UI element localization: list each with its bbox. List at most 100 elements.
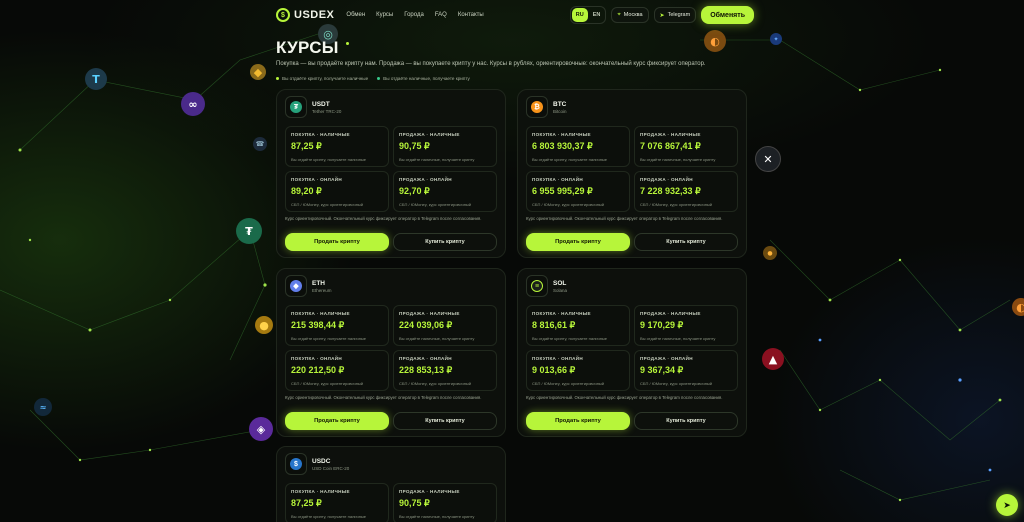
- waves-coin-icon: ≈: [34, 398, 52, 416]
- rate-cell-sell-online: ПРОДАЖА · ОНЛАЙН 7 228 932,33 ₽ СБП / ЮMon…: [634, 171, 738, 212]
- card-symbol: USDT: [312, 100, 330, 108]
- cell-note: СБП / ЮMoney, курс ориентировочный: [640, 381, 713, 386]
- cell-value: 6 803 930,37 ₽: [532, 141, 593, 151]
- cell-value: 92,70 ₽: [399, 186, 430, 196]
- sell-crypto-button[interactable]: Продать крипту: [526, 412, 630, 430]
- telegram-label: Telegram: [667, 12, 691, 18]
- cell-label: ПОКУПКА · НАЛИЧНЫЕ: [532, 311, 591, 316]
- rate-cell-sell-online: ПРОДАЖА · ОНЛАЙН 9 367,34 ₽ СБП / ЮMoney, …: [634, 350, 738, 391]
- title-accent-dot: [346, 42, 349, 45]
- cell-note: Вы отдаёте наличные, получаете крипту: [640, 157, 716, 162]
- blue-coin-icon: ✦: [770, 33, 782, 45]
- location-pin-icon: ⌖: [617, 11, 621, 18]
- telegram-icon: ➤: [659, 12, 665, 19]
- city-selector[interactable]: ⌖ Москва: [611, 7, 649, 23]
- buy-crypto-button[interactable]: Купить крипту: [634, 412, 738, 430]
- cell-label: ПРОДАЖА · ОНЛАЙН: [640, 177, 693, 182]
- lang-ru[interactable]: RU: [571, 8, 588, 22]
- page-subtitle: Покупка — вы продаёте крипту нам. Продаж…: [276, 61, 706, 67]
- background-network: T ∞ ◆ ◎ ₮ ☎ ● ≈ ◈ ◐ ✦ ✕ ● ▲ ◐: [0, 0, 1024, 522]
- rate-card-eth: ◆ ETH Ethereum ПОКУПКА · НАЛИЧНЫЕ 215 398,…: [276, 268, 506, 437]
- card-network: Tether TRC-20: [312, 108, 342, 114]
- lang-en[interactable]: EN: [589, 8, 605, 22]
- card-symbol: BTC: [553, 100, 567, 108]
- rate-cell-sell-online: ПРОДАЖА · ОНЛАЙН 228 853,13 ₽ СБП / ЮMoney…: [393, 350, 497, 391]
- exchange-cta-button[interactable]: Обменять: [701, 6, 754, 24]
- rate-cell-sell-cash: ПРОДАЖА · НАЛИЧНЫЕ 90,75 ₽ Вы отдаёте нали…: [393, 126, 497, 167]
- nav-faq[interactable]: FAQ: [435, 12, 447, 18]
- nav-rates[interactable]: Курсы: [376, 12, 393, 18]
- sell-crypto-button[interactable]: Продать крипту: [285, 412, 389, 430]
- cell-value: 87,25 ₽: [291, 498, 322, 508]
- cell-label: ПОКУПКА · ОНЛАЙН: [532, 356, 584, 361]
- cell-note: Вы отдаёте крипту, получаете наличные: [532, 157, 608, 162]
- cell-label: ПОКУПКА · НАЛИЧНЫЕ: [291, 489, 350, 494]
- cell-value: 7 076 867,41 ₽: [640, 141, 701, 151]
- cell-label: ПРОДАЖА · НАЛИЧНЫЕ: [640, 132, 701, 137]
- sell-crypto-button[interactable]: Продать крипту: [285, 233, 389, 251]
- city-label: Москва: [623, 12, 643, 18]
- rate-cell-buy-cash: ПОКУПКА · НАЛИЧНЫЕ 87,25 ₽ Вы отдаёте крип…: [285, 483, 389, 522]
- legend-sell-dot: [276, 77, 279, 80]
- solana-icon: ≡: [526, 275, 548, 297]
- cell-value: 90,75 ₽: [399, 498, 430, 508]
- cell-label: ПРОДАЖА · ОНЛАЙН: [399, 356, 452, 361]
- card-disclaimer: Курс ориентировочный. Окончательный курс…: [526, 216, 723, 221]
- cell-value: 8 816,61 ₽: [532, 320, 576, 330]
- rate-card-usdc: $ USDC USD Coin ERC-20 ПОКУПКА · НАЛИЧНЫЕ…: [276, 446, 506, 522]
- cell-value: 7 228 932,33 ₽: [640, 186, 701, 196]
- legend-buy-text: Вы отдаёте наличные, получаете крипту: [383, 76, 470, 81]
- tether-coin-icon: ₮: [236, 218, 262, 244]
- network-lines: [0, 29, 1011, 502]
- rate-cell-buy-cash: ПОКУПКА · НАЛИЧНЫЕ 215 398,44 ₽ Вы отдаёте…: [285, 305, 389, 346]
- cell-note: СБП / ЮMoney, курс ориентировочный: [291, 381, 364, 386]
- cell-label: ПОКУПКА · ОНЛАЙН: [291, 356, 343, 361]
- cell-value: 224 039,06 ₽: [399, 320, 453, 330]
- cell-label: ПОКУПКА · НАЛИЧНЫЕ: [532, 132, 591, 137]
- page-title: КУРСЫ: [276, 38, 339, 57]
- buy-crypto-button[interactable]: Купить крипту: [393, 412, 497, 430]
- rate-cell-sell-cash: ПРОДАЖА · НАЛИЧНЫЕ 9 170,29 ₽ Вы отдаёте н…: [634, 305, 738, 346]
- cell-note: СБП / ЮMoney, курс ориентировочный: [532, 381, 605, 386]
- logo[interactable]: $ USDEX: [276, 8, 334, 22]
- cell-value: 9 170,29 ₽: [640, 320, 684, 330]
- polygon-coin-icon: ∞: [181, 92, 205, 116]
- nav-exchange[interactable]: Обмен: [346, 12, 365, 18]
- nav-contacts[interactable]: Контакты: [458, 12, 484, 18]
- nav-cities[interactable]: Города: [404, 12, 424, 18]
- gold-coin-icon: ●: [255, 316, 273, 334]
- rate-cell-buy-online: ПОКУПКА · ОНЛАЙН 9 013,66 ₽ СБП / ЮMoney, …: [526, 350, 630, 391]
- cell-note: Вы отдаёте наличные, получаете крипту: [399, 157, 475, 162]
- card-disclaimer: Курс ориентировочный. Окончательный курс…: [285, 395, 482, 400]
- telegram-float-button[interactable]: ➤: [996, 494, 1018, 516]
- cell-note: Вы отдаёте наличные, получаете крипту: [399, 336, 475, 341]
- rate-card-usdt: ₮ USDT Tether TRC-20 ПОКУПКА · НАЛИЧНЫЕ 87…: [276, 89, 506, 258]
- cell-value: 228 853,13 ₽: [399, 365, 453, 375]
- cell-note: СБП / ЮMoney, курс ориентировочный: [291, 202, 364, 207]
- cell-label: ПОКУПКА · ОНЛАЙН: [532, 177, 584, 182]
- rate-cell-sell-online: ПРОДАЖА · ОНЛАЙН 92,70 ₽ СБП / ЮMoney, кур…: [393, 171, 497, 212]
- buy-crypto-button[interactable]: Купить крипту: [393, 233, 497, 251]
- sell-crypto-button[interactable]: Продать крипту: [526, 233, 630, 251]
- tether-icon: ₮: [285, 96, 307, 118]
- logo-text: USDEX: [294, 9, 335, 21]
- cell-value: 9 367,34 ₽: [640, 365, 684, 375]
- cell-value: 215 398,44 ₽: [291, 320, 345, 330]
- card-symbol: ETH: [312, 279, 325, 287]
- cell-note: СБП / ЮMoney, курс ориентировочный: [399, 202, 472, 207]
- buy-crypto-button[interactable]: Купить крипту: [634, 233, 738, 251]
- amber-coin-icon: ●: [763, 246, 777, 260]
- cell-note: Вы отдаёте крипту, получаете наличные: [291, 336, 367, 341]
- cell-label: ПРОДАЖА · ОНЛАЙН: [399, 177, 452, 182]
- tron-coin-icon: T: [85, 68, 107, 90]
- cell-note: Вы отдаёте крипту, получаете наличные: [291, 514, 367, 519]
- cell-note: Вы отдаёте крипту, получаете наличные: [532, 336, 608, 341]
- cell-note: СБП / ЮMoney, курс ориентировочный: [532, 202, 605, 207]
- bnb-coin-icon: ◆: [250, 64, 266, 80]
- card-network: Ethereum: [312, 287, 332, 293]
- logo-mark-icon: $: [276, 8, 290, 22]
- telegram-link[interactable]: ➤ Telegram: [653, 7, 697, 23]
- rate-cell-sell-cash: ПРОДАЖА · НАЛИЧНЫЕ 90,75 ₽ Вы отдаёте нали…: [393, 483, 497, 522]
- rate-cell-sell-cash: ПРОДАЖА · НАЛИЧНЫЕ 7 076 867,41 ₽ Вы отдаё…: [634, 126, 738, 167]
- cell-note: Вы отдаёте наличные, получаете крипту: [640, 336, 716, 341]
